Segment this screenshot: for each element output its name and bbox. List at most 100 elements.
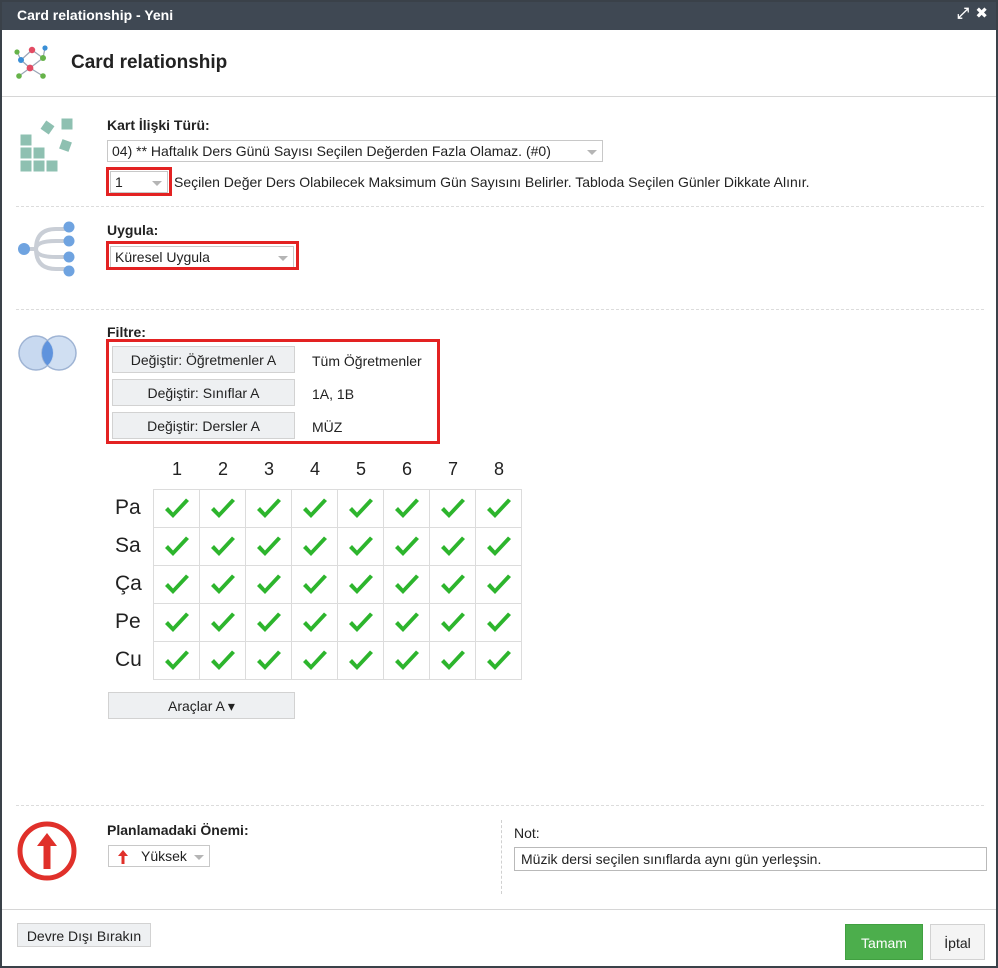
chevron-down-icon (194, 855, 204, 860)
grid-row-header[interactable]: Sa (115, 534, 141, 558)
grid-cell[interactable] (153, 565, 200, 604)
grid-cell[interactable] (429, 603, 476, 642)
section-divider (16, 206, 984, 207)
grid-column-header[interactable]: 2 (200, 459, 246, 480)
checkmark-icon (256, 498, 281, 518)
arrow-up-icon (118, 850, 128, 864)
relation-type-select[interactable]: 04) ** Haftalık Ders Günü Sayısı Seçilen… (107, 140, 603, 162)
grid-cell[interactable] (245, 527, 292, 566)
classes-filter-value: 1A, 1B (312, 386, 355, 402)
grid-cell[interactable] (291, 489, 338, 528)
checkmark-icon (394, 650, 419, 670)
disable-button[interactable]: Devre Dışı Bırakın (17, 923, 151, 947)
checkmark-icon (210, 650, 235, 670)
chevron-down-icon (278, 256, 288, 261)
grid-cell[interactable] (337, 603, 384, 642)
grid-row (153, 489, 522, 528)
availability-grid (153, 489, 522, 680)
checkmark-icon (210, 574, 235, 594)
grid-cell[interactable] (199, 641, 246, 680)
grid-cell[interactable] (383, 489, 430, 528)
change-classes-button[interactable]: Değiştir: Sınıflar A (112, 379, 295, 406)
checkmark-icon (210, 612, 235, 632)
grid-row-header[interactable]: Cu (115, 648, 142, 672)
apply-label: Uygula: (107, 222, 159, 238)
change-subjects-button[interactable]: Değiştir: Dersler A (112, 412, 295, 439)
blocks-icon (19, 117, 74, 173)
checkmark-icon (440, 612, 465, 632)
checkmark-icon (394, 574, 419, 594)
grid-cell[interactable] (429, 565, 476, 604)
note-input[interactable]: Müzik dersi seçilen sınıflarda aynı gün … (514, 847, 987, 871)
grid-cell[interactable] (383, 603, 430, 642)
grid-cell[interactable] (475, 565, 522, 604)
grid-cell[interactable] (429, 489, 476, 528)
grid-row-header[interactable]: Pa (115, 496, 141, 520)
grid-cell[interactable] (475, 527, 522, 566)
grid-cell[interactable] (153, 527, 200, 566)
footer-divider (2, 909, 996, 910)
grid-cell[interactable] (429, 641, 476, 680)
grid-cell[interactable] (475, 603, 522, 642)
grid-cell[interactable] (245, 565, 292, 604)
cancel-button[interactable]: İptal (930, 924, 985, 960)
checkmark-icon (302, 536, 327, 556)
grid-column-header[interactable]: 3 (246, 459, 292, 480)
grid-row (153, 527, 522, 566)
ok-button[interactable]: Tamam (845, 924, 923, 960)
grid-row-header[interactable]: Ça (115, 572, 142, 596)
grid-cell[interactable] (153, 489, 200, 528)
grid-cell[interactable] (337, 641, 384, 680)
grid-cell[interactable] (337, 489, 384, 528)
importance-value: Yüksek (141, 848, 187, 864)
checkmark-icon (164, 650, 189, 670)
grid-column-header[interactable]: 5 (338, 459, 384, 480)
grid-column-header[interactable]: 1 (154, 459, 200, 480)
grid-cell[interactable] (383, 641, 430, 680)
grid-cell[interactable] (383, 565, 430, 604)
grid-cell[interactable] (475, 489, 522, 528)
dialog-title: Card relationship (71, 52, 228, 73)
grid-cell[interactable] (291, 527, 338, 566)
tools-menu-button[interactable]: Araçlar A ▾ (108, 692, 295, 719)
grid-cell[interactable] (337, 527, 384, 566)
importance-select[interactable]: Yüksek (108, 845, 210, 867)
close-icon[interactable]: ✖ (975, 6, 988, 22)
grid-cell[interactable] (153, 603, 200, 642)
grid-cell[interactable] (199, 603, 246, 642)
change-teachers-button[interactable]: Değiştir: Öğretmenler A (112, 346, 295, 373)
apply-value: Küresel Uygula (115, 249, 210, 265)
checkmark-icon (348, 574, 373, 594)
grid-cell[interactable] (245, 603, 292, 642)
grid-cell[interactable] (199, 527, 246, 566)
grid-cell[interactable] (291, 641, 338, 680)
vertical-divider (501, 820, 502, 894)
grid-cell[interactable] (245, 641, 292, 680)
grid-cell[interactable] (475, 641, 522, 680)
grid-cell[interactable] (291, 565, 338, 604)
grid-column-header[interactable]: 6 (384, 459, 430, 480)
grid-cell[interactable] (291, 603, 338, 642)
grid-cell[interactable] (199, 489, 246, 528)
grid-cell[interactable] (383, 527, 430, 566)
checkmark-icon (486, 498, 511, 518)
maximize-icon[interactable]: ⤢ (957, 6, 969, 22)
grid-column-header[interactable]: 4 (292, 459, 338, 480)
checkmark-icon (394, 536, 419, 556)
apply-select[interactable]: Küresel Uygula (110, 246, 294, 268)
grid-column-header[interactable]: 7 (430, 459, 476, 480)
grid-cell[interactable] (245, 489, 292, 528)
grid-column-header[interactable]: 8 (476, 459, 522, 480)
grid-cell[interactable] (337, 565, 384, 604)
checkmark-icon (394, 498, 419, 518)
grid-cell[interactable] (153, 641, 200, 680)
checkmark-icon (256, 536, 281, 556)
venn-icon (18, 335, 77, 371)
grid-row-header[interactable]: Pe (115, 610, 141, 634)
checkmark-icon (348, 612, 373, 632)
checkmark-icon (302, 498, 327, 518)
relation-type-value: 04) ** Haftalık Ders Günü Sayısı Seçilen… (112, 143, 551, 159)
grid-cell[interactable] (199, 565, 246, 604)
count-select[interactable]: 1 (110, 171, 168, 193)
grid-cell[interactable] (429, 527, 476, 566)
